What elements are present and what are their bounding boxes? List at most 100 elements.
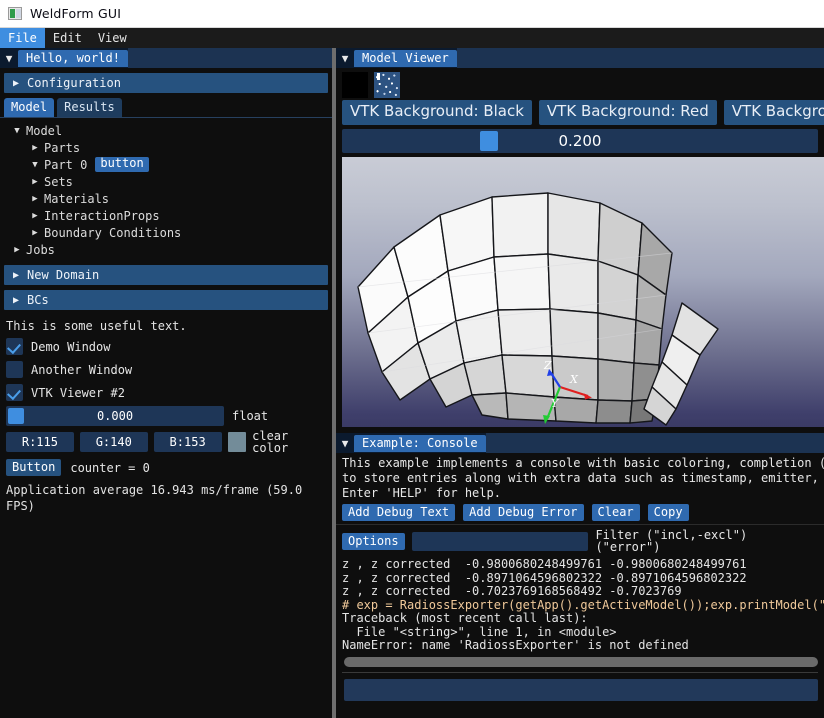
left-panel: ▼ Hello, world! ▶ Configuration Model Re… — [0, 48, 332, 718]
collapse-arrow-icon[interactable]: ▼ — [336, 53, 354, 64]
bcs-collapsing-header[interactable]: ▶ BCs — [4, 290, 328, 310]
console-log[interactable]: z , z corrected -0.9800680248499761 -0.9… — [336, 556, 824, 653]
checkbox-demo-window[interactable] — [6, 338, 23, 356]
menu-item-file[interactable]: File — [0, 28, 45, 48]
clear-color-label: clear color — [252, 429, 289, 456]
tree-node-jobs[interactable]: ▶ Jobs — [0, 241, 332, 258]
checkbox-row-demo-window[interactable]: Demo Window — [0, 335, 332, 358]
float-slider[interactable]: 0.000 — [6, 406, 224, 427]
console-options-row: Options Filter ("incl,-excl") ("error") — [336, 524, 824, 556]
tree-node-interactionprops[interactable]: ▶ InteractionProps — [0, 207, 332, 224]
tree-label: Part 0 — [44, 157, 88, 172]
tree-node-model[interactable]: ▼ Model — [0, 122, 332, 139]
tab-results[interactable]: Results — [57, 98, 122, 117]
log-line-command: # exp = RadiossExporter(getApp().getActi… — [342, 597, 824, 612]
chevron-right-icon: ▶ — [13, 294, 20, 306]
checkbox-vtk-viewer-2[interactable] — [6, 384, 23, 402]
float-slider-label: float — [232, 409, 269, 424]
menu-item-edit[interactable]: Edit — [45, 28, 90, 48]
slider-grab[interactable] — [8, 408, 24, 425]
filter-input[interactable] — [411, 531, 589, 551]
new-domain-label: New Domain — [27, 268, 100, 282]
drag-green[interactable]: G:140 — [79, 432, 148, 453]
log-line: z , z corrected -0.8971064596802322 -0.8… — [342, 570, 747, 585]
vtk-background-red-button[interactable]: VTK Background: Red — [538, 100, 717, 126]
tree-node-boundary-conditions[interactable]: ▶ Boundary Conditions — [0, 224, 332, 241]
console-desc-line-1: This example implements a console with b… — [342, 456, 824, 471]
console-desc-line-3: Enter 'HELP' for help. — [342, 486, 501, 501]
vtk-viewport[interactable]: X Y Z — [342, 157, 824, 428]
hello-world-window-header[interactable]: ▼ Hello, world! — [0, 48, 332, 68]
collapse-arrow-icon[interactable]: ▼ — [336, 438, 354, 449]
bcs-label: BCs — [27, 293, 49, 307]
chevron-right-icon: ▶ — [13, 269, 20, 281]
float-slider-value: 0.000 — [96, 409, 134, 424]
clear-button[interactable]: Clear — [591, 504, 640, 522]
add-debug-text-button[interactable]: Add Debug Text — [342, 504, 456, 522]
tree-node-part-0[interactable]: ▼ Part 0 button — [0, 156, 332, 173]
drag-blue[interactable]: B:153 — [153, 432, 222, 453]
options-button[interactable]: Options — [342, 532, 405, 550]
hello-world-title: Hello, world! — [18, 49, 128, 67]
chevron-right-icon: ▶ — [14, 244, 20, 255]
tree-node-parts[interactable]: ▶ Parts — [0, 139, 332, 156]
new-domain-collapsing-header[interactable]: ▶ New Domain — [4, 265, 328, 285]
console-command-input[interactable] — [344, 678, 818, 701]
useful-text: This is some useful text. — [6, 319, 187, 333]
window-titlebar: WeldForm GUI — [0, 0, 824, 28]
chevron-down-icon: ▼ — [14, 125, 20, 136]
svg-text:Z: Z — [543, 359, 552, 372]
tree-label: Model — [26, 123, 63, 138]
log-line: z , z corrected -0.7023769168568492 -0.7… — [342, 584, 682, 599]
app-icon — [8, 7, 22, 20]
configuration-label: Configuration — [27, 76, 121, 90]
noise-thumbnail-icon[interactable] — [374, 72, 400, 98]
tab-model[interactable]: Model — [4, 98, 55, 117]
log-line: z , z corrected -0.9800680248499761 -0.9… — [342, 557, 747, 572]
window-title: WeldForm GUI — [30, 6, 122, 21]
black-thumbnail-icon[interactable] — [342, 72, 368, 98]
chevron-right-icon: ▶ — [13, 77, 20, 89]
tree-node-sets[interactable]: ▶ Sets — [0, 173, 332, 190]
tree-node-materials[interactable]: ▶ Materials — [0, 190, 332, 207]
log-line: Traceback (most recent call last): — [342, 611, 588, 626]
console-title: Example: Console — [354, 434, 486, 452]
vtk-background-black-button[interactable]: VTK Background: Black — [342, 100, 532, 126]
chevron-right-icon: ▶ — [32, 227, 38, 238]
svg-text:X: X — [569, 373, 579, 386]
vtk-background-third-button[interactable]: VTK Background: — [723, 100, 824, 126]
checkbox-label: VTK Viewer #2 — [31, 385, 125, 400]
tree-label: Sets — [44, 174, 73, 189]
collapse-arrow-icon[interactable]: ▼ — [0, 53, 18, 64]
demo-button[interactable]: Button — [6, 459, 62, 477]
console-window-header[interactable]: ▼ Example: Console — [336, 433, 824, 454]
checkbox-another-window[interactable] — [6, 361, 23, 379]
add-debug-error-button[interactable]: Add Debug Error — [463, 504, 584, 522]
model-tree: ▼ Model ▶ Parts ▼ Part 0 button ▶ Sets ▶… — [0, 118, 332, 260]
checkbox-row-vtk-viewer-2[interactable]: VTK Viewer #2 — [0, 381, 332, 404]
performance-text: Application average 16.943 ms/frame (59.… — [6, 483, 303, 514]
model-viewer-window-header[interactable]: ▼ Model Viewer — [336, 48, 824, 68]
header-fill — [485, 433, 824, 454]
checkbox-row-another-window[interactable]: Another Window — [0, 358, 332, 381]
tree-label: Parts — [44, 140, 81, 155]
drag-red[interactable]: R:115 — [6, 432, 74, 453]
configuration-collapsing-header[interactable]: ▶ Configuration — [4, 73, 328, 93]
console-horizontal-scrollbar[interactable] — [344, 656, 818, 667]
clear-color-swatch[interactable] — [227, 432, 247, 453]
slider-grab[interactable] — [480, 131, 498, 152]
header-fill — [456, 48, 824, 68]
model-viewer-title: Model Viewer — [354, 49, 457, 67]
chevron-right-icon: ▶ — [32, 176, 38, 187]
chevron-right-icon: ▶ — [32, 142, 38, 153]
model-results-tabbar: Model Results — [0, 98, 332, 118]
log-line: File "<string>", line 1, in <module> — [342, 624, 617, 639]
part-0-button[interactable]: button — [95, 156, 149, 172]
chevron-down-icon: ▼ — [32, 159, 38, 170]
copy-button[interactable]: Copy — [647, 504, 689, 522]
console-button-row: Add Debug Text Add Debug Error Clear Cop… — [336, 501, 824, 524]
viewer-slider[interactable]: 0.200 — [342, 129, 818, 154]
menu-item-view[interactable]: View — [90, 28, 135, 48]
console-divider — [342, 671, 818, 673]
tree-label: Boundary Conditions — [44, 225, 182, 240]
